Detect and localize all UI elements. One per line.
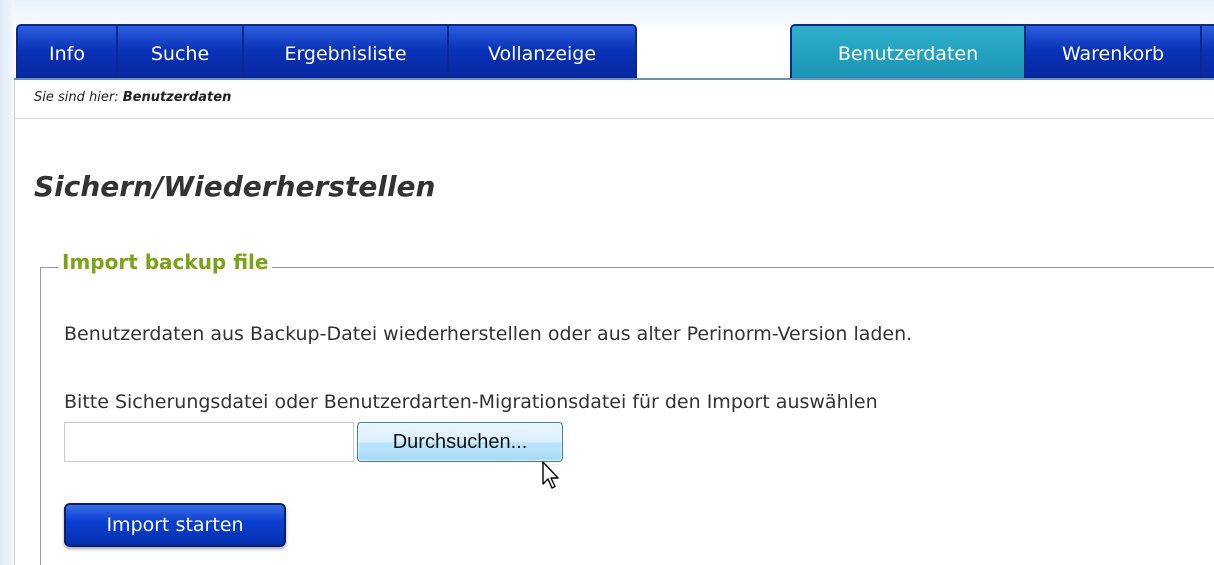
tab-vollanzeige[interactable]: Vollanzeige xyxy=(449,26,635,78)
breadcrumb: Sie sind hier: Benutzerdaten xyxy=(34,90,231,105)
tab-ergebnisliste[interactable]: Ergebnisliste xyxy=(244,26,449,78)
page: Info Suche Ergebnisliste Vollanzeige Ben… xyxy=(0,0,1214,565)
content-left-border xyxy=(14,78,15,565)
user-nav-tabs: Benutzerdaten Warenkorb xyxy=(790,24,1214,78)
tab-benutzerdaten[interactable]: Benutzerdaten xyxy=(792,26,1026,78)
nav-divider xyxy=(14,78,1214,80)
main-nav-tabs: Info Suche Ergebnisliste Vollanzeige xyxy=(16,24,637,78)
tab-warenkorb[interactable]: Warenkorb xyxy=(1026,26,1202,78)
tab-suche[interactable]: Suche xyxy=(118,26,244,78)
import-description: Benutzerdaten aus Backup-Datei wiederher… xyxy=(64,323,913,345)
import-legend: Import backup file xyxy=(58,250,273,274)
page-title: Sichern/Wiederherstellen xyxy=(34,170,436,203)
browse-button[interactable]: Durchsuchen... xyxy=(357,422,563,462)
backup-file-input[interactable] xyxy=(64,422,354,462)
tab-overflow[interactable] xyxy=(1202,26,1214,78)
header-background xyxy=(0,0,1214,26)
import-start-button[interactable]: Import starten xyxy=(64,503,286,547)
breadcrumb-current: Benutzerdaten xyxy=(122,90,232,105)
breadcrumb-prefix: Sie sind hier: xyxy=(34,90,119,105)
breadcrumb-divider xyxy=(14,118,1214,119)
left-edge-decoration xyxy=(0,0,14,565)
import-instruction: Bitte Sicherungsdatei oder Benutzerdarte… xyxy=(64,391,878,413)
tab-info[interactable]: Info xyxy=(18,26,118,78)
arrow-pointer-icon xyxy=(542,461,559,489)
